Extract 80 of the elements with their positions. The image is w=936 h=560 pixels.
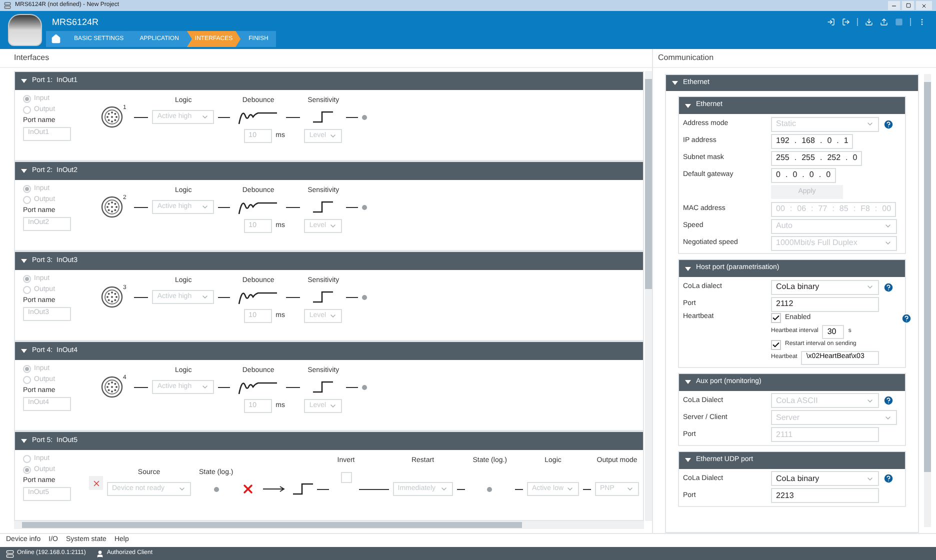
expanded-triangle-icon[interactable] xyxy=(685,379,691,385)
state-indicator xyxy=(362,204,368,210)
interval-field[interactable]: 30 xyxy=(822,324,844,338)
device-name: MRS6124R xyxy=(52,16,100,29)
user-icon xyxy=(96,550,104,558)
step-signal-icon xyxy=(293,483,314,495)
app-icon xyxy=(4,2,11,9)
remove-button[interactable] xyxy=(89,476,103,490)
expanded-triangle-icon[interactable] xyxy=(21,258,27,264)
panel-title: Interfaces xyxy=(14,52,50,64)
dropdown[interactable]: CoLa binary xyxy=(771,280,879,294)
dropdown[interactable]: CoLa binary xyxy=(771,471,879,486)
caret-icon xyxy=(201,203,210,211)
home-icon xyxy=(51,34,61,44)
arrow-icon xyxy=(263,486,286,492)
server-icon xyxy=(6,550,14,558)
address-field[interactable]: 255 . 255 . 252 . 0 xyxy=(771,150,862,166)
close-icon xyxy=(921,2,927,8)
state-indicator xyxy=(362,114,368,120)
state-indicator xyxy=(487,486,492,492)
port-field[interactable]: 2213 xyxy=(771,488,879,503)
close-button[interactable] xyxy=(916,1,932,10)
caret-icon xyxy=(866,283,874,291)
caret-icon xyxy=(201,113,210,121)
vertical-scrollbar[interactable] xyxy=(924,74,931,527)
caret-icon xyxy=(884,239,892,247)
caret-icon xyxy=(201,293,210,301)
connector-icon xyxy=(101,286,123,308)
state-indicator xyxy=(214,486,219,492)
caret-icon xyxy=(329,222,338,230)
step-signal-icon xyxy=(313,381,334,393)
minimize-button[interactable] xyxy=(888,1,900,10)
expanded-triangle-icon[interactable] xyxy=(21,168,27,174)
invert-checkbox[interactable] xyxy=(340,472,352,482)
expanded-triangle-icon[interactable] xyxy=(21,438,27,444)
horizontal-scrollbar[interactable] xyxy=(14,521,644,529)
expanded-triangle-icon[interactable] xyxy=(685,266,691,272)
caret-icon xyxy=(440,485,448,493)
step-signal-icon xyxy=(313,201,334,213)
help-icon[interactable] xyxy=(883,282,894,292)
device-drawing xyxy=(8,14,42,46)
close-icon xyxy=(92,478,100,488)
caret-icon xyxy=(329,132,338,140)
port-field[interactable]: 2112 xyxy=(771,296,879,312)
minimize-icon xyxy=(891,2,897,8)
connector-icon xyxy=(101,376,123,398)
address-field[interactable]: 192 . 168 . 0 . 1 xyxy=(771,134,854,148)
expanded-triangle-icon[interactable] xyxy=(21,78,27,84)
help-icon[interactable] xyxy=(883,473,894,484)
login-icon[interactable] xyxy=(827,18,835,26)
state-indicator xyxy=(362,294,368,300)
state-indicator xyxy=(362,384,368,390)
caret-icon xyxy=(329,402,338,410)
caret-icon xyxy=(626,485,634,493)
step-signal-icon xyxy=(313,111,334,123)
caret-icon xyxy=(329,312,338,320)
help-icon[interactable] xyxy=(901,313,912,324)
connector-icon xyxy=(101,196,123,218)
caret-icon xyxy=(566,485,574,493)
expanded-triangle-icon[interactable] xyxy=(685,457,691,463)
checkbox[interactable] xyxy=(771,340,781,350)
checkbox[interactable] xyxy=(771,313,781,324)
expanded-triangle-icon[interactable] xyxy=(685,102,691,108)
caret-icon xyxy=(201,383,210,391)
expanded-triangle-icon[interactable] xyxy=(21,348,27,354)
address-field[interactable]: 0 . 0 . 0 . 0 xyxy=(771,168,836,182)
panel-title: Communication xyxy=(658,52,714,64)
maximize-button[interactable] xyxy=(902,1,914,10)
connector-icon xyxy=(101,106,123,128)
download-icon[interactable] xyxy=(865,18,873,26)
vertical-scrollbar[interactable] xyxy=(645,71,652,521)
maximize-icon xyxy=(906,3,910,8)
expanded-triangle-icon[interactable] xyxy=(672,80,678,86)
upload-icon[interactable] xyxy=(880,18,888,26)
caret-icon xyxy=(884,222,892,230)
caret-icon xyxy=(178,485,186,493)
cross-icon xyxy=(241,482,256,496)
caret-icon xyxy=(866,120,874,128)
step-signal-icon xyxy=(313,291,334,303)
logout-icon[interactable] xyxy=(842,18,850,26)
